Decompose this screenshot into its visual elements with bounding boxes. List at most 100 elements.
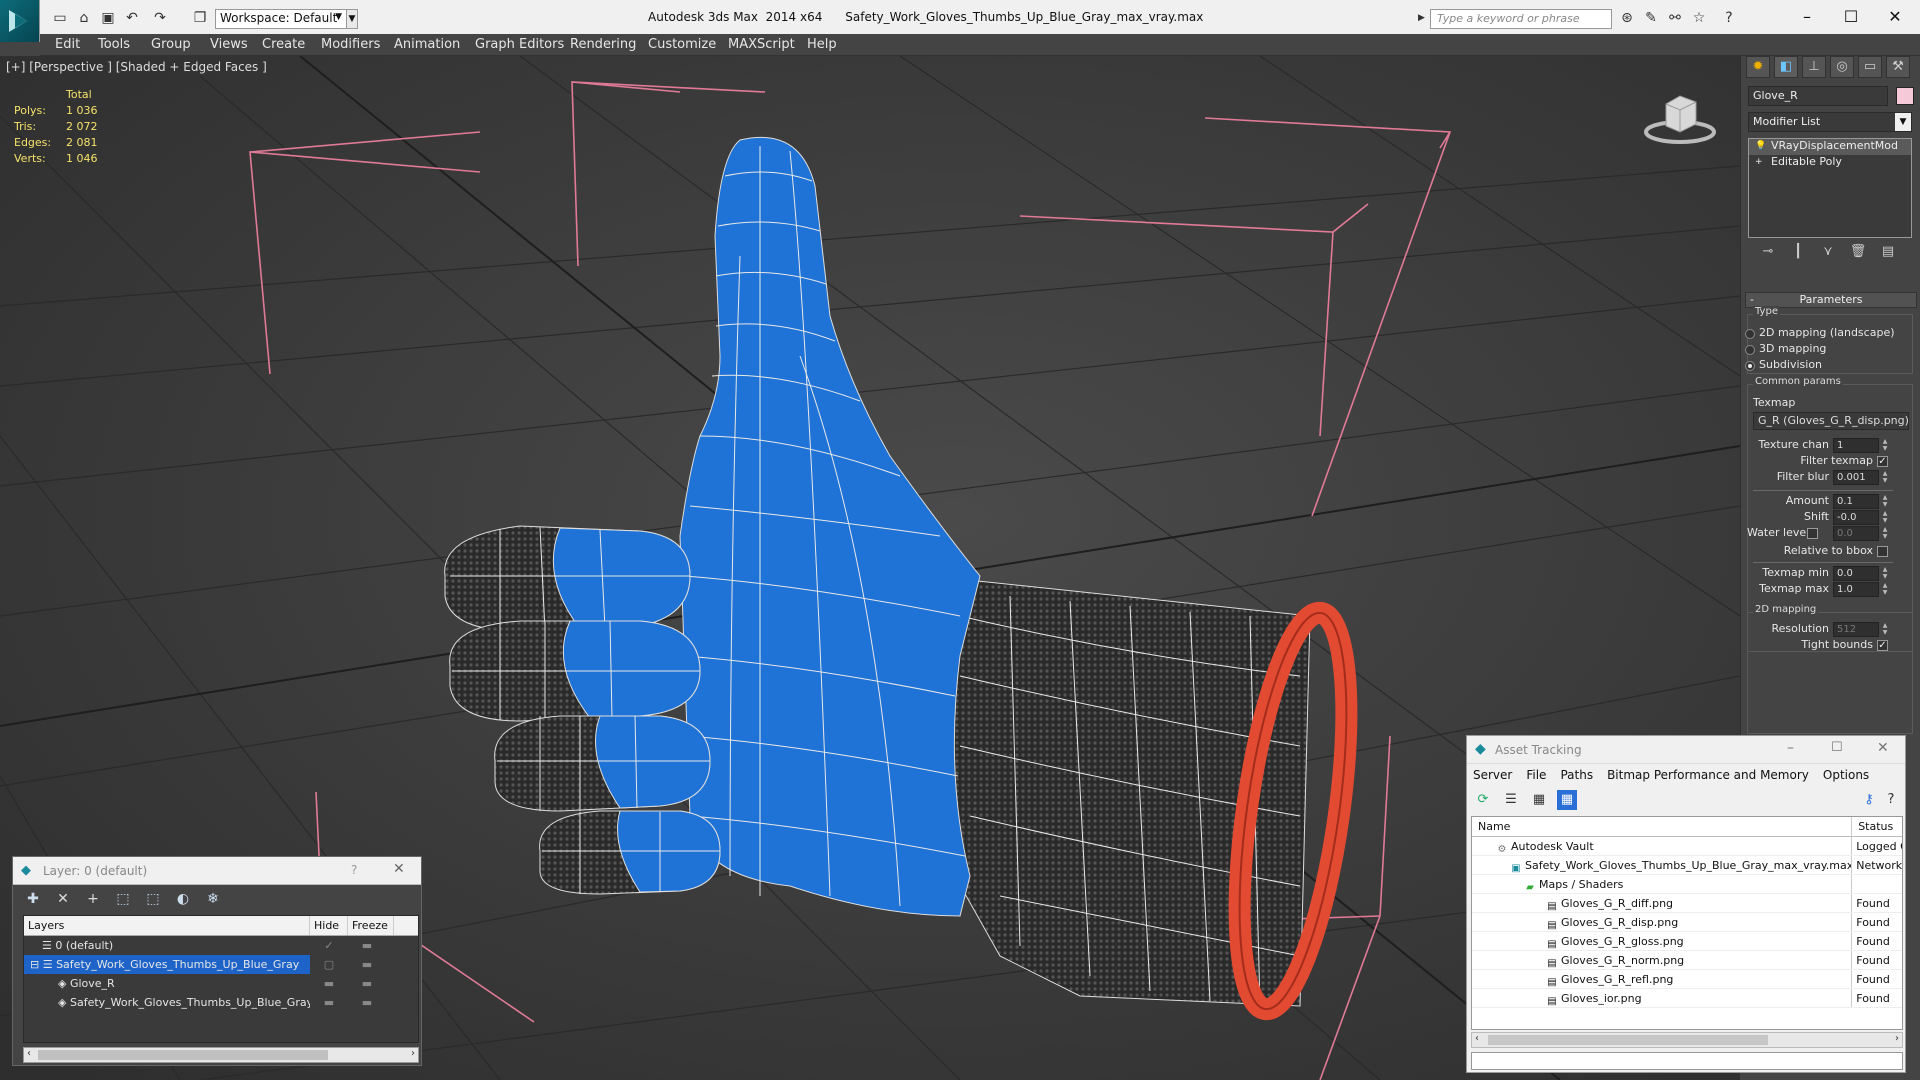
radio-button[interactable] — [1745, 361, 1755, 371]
menu-help[interactable]: Help — [807, 37, 837, 52]
menu-modifiers[interactable]: Modifiers — [321, 37, 380, 52]
show-end-result-icon[interactable]: ┃ — [1788, 244, 1808, 262]
menu-rendering[interactable]: Rendering — [570, 37, 636, 52]
lightbulb-icon[interactable]: 💡 — [1755, 141, 1766, 151]
expand-plus-icon[interactable]: + — [1755, 157, 1765, 167]
subscription-icon[interactable]: ✎ — [1642, 10, 1660, 28]
maximize-button[interactable]: ☐ — [1828, 4, 1874, 30]
texmap-min-spinner[interactable]: 0.0 — [1833, 566, 1879, 581]
menu-views[interactable]: Views — [210, 37, 248, 52]
close-button[interactable]: ✕ — [1872, 4, 1918, 30]
column-header-hide[interactable]: Hide — [310, 916, 348, 935]
scrollbar-thumb[interactable] — [1488, 1035, 1768, 1045]
asset-row[interactable]: ▤ Gloves_G_R_gloss.png Found — [1472, 932, 1902, 951]
search-input[interactable]: Type a keyword or phrase — [1430, 9, 1612, 29]
open-file-icon[interactable]: ⌂ — [74, 8, 94, 28]
minimize-button[interactable]: – — [1784, 4, 1830, 30]
radio-2d-mapping[interactable]: 2D mapping (landscape) — [1745, 326, 1895, 342]
filter-texmap-checkbox[interactable]: ✓ — [1877, 456, 1888, 467]
radio-button[interactable] — [1745, 345, 1755, 355]
undo-icon[interactable]: ↶ — [122, 8, 142, 28]
configure-modifier-sets-icon[interactable]: ▤ — [1878, 244, 1898, 262]
make-unique-icon[interactable]: ⋎ — [1818, 244, 1838, 262]
stack-item-editable-poly[interactable]: + Editable Poly — [1749, 155, 1911, 171]
list-view-icon[interactable]: ☰ — [1501, 790, 1521, 810]
spinner-arrows-icon[interactable]: ▲ ▼ — [1881, 622, 1889, 637]
menu-group[interactable]: Group — [151, 37, 191, 52]
scroll-left-icon[interactable]: ‹ — [27, 1048, 31, 1059]
menu-create[interactable]: Create — [262, 37, 305, 52]
vault-connect-icon[interactable]: ⚷ — [1859, 790, 1879, 810]
object-name-field[interactable]: Glove_R — [1748, 86, 1888, 106]
menu-maxscript[interactable]: MAXScript — [728, 37, 795, 52]
water-level-checkbox[interactable] — [1807, 528, 1818, 539]
asset-row[interactable]: ▰ Maps / Shaders — [1472, 875, 1902, 894]
spinner-arrows-icon[interactable]: ▲ ▼ — [1881, 510, 1889, 525]
search-expand-icon[interactable]: ▶ — [1418, 13, 1425, 23]
layer-current-icon[interactable]: ▢ — [310, 955, 348, 974]
display-tab-icon[interactable]: ▭ — [1858, 56, 1882, 78]
save-file-icon[interactable]: ▣ — [98, 8, 118, 28]
remove-modifier-icon[interactable]: 🗑 — [1848, 244, 1868, 262]
layer-row[interactable]: ⊟ ☰ Safety_Work_Gloves_Thumbs_Up_Blue_Gr… — [24, 955, 418, 974]
layer-active-check-icon[interactable]: ✓ — [310, 936, 348, 955]
layer-add-selected-icon[interactable]: + — [81, 889, 105, 909]
workspace-dropdown[interactable]: Workspace: Default ▼ — [215, 9, 347, 29]
scroll-right-icon[interactable]: › — [1895, 1033, 1899, 1044]
new-file-icon[interactable]: ▭ — [50, 8, 70, 28]
menu-animation[interactable]: Animation — [394, 37, 460, 52]
hierarchy-tab-icon[interactable]: ⊥ — [1802, 56, 1826, 78]
radio-button[interactable] — [1745, 329, 1755, 339]
menu-options[interactable]: Options — [1823, 768, 1869, 786]
quick-access-menu-button[interactable]: ▼ — [346, 9, 358, 29]
object-color-swatch[interactable] — [1896, 87, 1914, 105]
radio-3d-mapping[interactable]: 3D mapping — [1745, 342, 1826, 358]
maximize-icon[interactable]: ☐ — [1831, 740, 1843, 755]
texmap-max-spinner[interactable]: 1.0 — [1833, 582, 1879, 597]
refresh-icon[interactable]: ⟳ — [1473, 790, 1493, 810]
spinner-arrows-icon[interactable]: ▲ ▼ — [1881, 566, 1889, 581]
layer-row[interactable]: ◈ Safety_Work_Gloves_Thumbs_Up_Blue_Gray… — [24, 993, 418, 1012]
help-icon[interactable]: ? — [1720, 10, 1738, 28]
layer-highlight-icon[interactable]: ⬚ — [141, 889, 165, 909]
asset-path-field[interactable] — [1471, 1052, 1903, 1070]
project-folder-icon[interactable]: ❐ — [190, 8, 210, 28]
menu-paths[interactable]: Paths — [1560, 768, 1593, 786]
layer-freeze-all-icon[interactable]: ❄ — [201, 889, 225, 909]
menu-server[interactable]: Server — [1473, 768, 1512, 786]
layer-freeze-toggle[interactable]: ▬ — [348, 974, 386, 993]
table-view-icon[interactable]: ▦ — [1557, 790, 1577, 810]
menu-tools[interactable]: Tools — [98, 37, 130, 52]
viewport-label[interactable]: [+] [Perspective ] [Shaded + Edged Faces… — [6, 60, 267, 74]
texmap-button[interactable]: G_R (Gloves_G_R_disp.png) — [1753, 412, 1909, 430]
pin-stack-icon[interactable]: ⊸ — [1758, 244, 1778, 262]
spinner-arrows-icon[interactable]: ▲ ▼ — [1881, 494, 1889, 509]
layer-row[interactable]: ☰ 0 (default) ✓ ▬ — [24, 936, 418, 955]
thumbnail-view-icon[interactable]: ▦ — [1529, 790, 1549, 810]
scroll-right-icon[interactable]: › — [411, 1048, 415, 1059]
relative-bbox-checkbox[interactable] — [1877, 546, 1888, 557]
create-tab-icon[interactable]: ✹ — [1746, 56, 1770, 78]
asset-row[interactable]: ▣ Safety_Work_Gloves_Thumbs_Up_Blue_Gray_… — [1472, 856, 1902, 875]
water-level-spinner[interactable]: 0.0 — [1833, 526, 1879, 541]
utilities-tab-icon[interactable]: ⚒ — [1886, 56, 1910, 78]
motion-tab-icon[interactable]: ◎ — [1830, 56, 1854, 78]
collapse-icon[interactable]: ⊟ — [30, 958, 43, 971]
menu-edit[interactable]: Edit — [55, 37, 80, 52]
favorites-star-icon[interactable]: ☆ — [1690, 10, 1708, 28]
layer-freeze-toggle[interactable]: ▬ — [348, 993, 386, 1012]
help-icon[interactable]: ? — [351, 863, 357, 877]
layer-select-objects-icon[interactable]: ⬚ — [111, 889, 135, 909]
shift-spinner[interactable]: -0.0 — [1833, 510, 1879, 525]
horizontal-scrollbar[interactable]: ‹ › — [1471, 1032, 1903, 1048]
viewcube[interactable] — [1640, 86, 1720, 146]
resolution-spinner[interactable]: 512 — [1833, 622, 1879, 637]
asset-row[interactable]: ▤ Gloves_G_R_refl.png Found — [1472, 970, 1902, 989]
spinner-arrows-icon[interactable]: ▲ ▼ — [1881, 470, 1889, 485]
minimize-icon[interactable]: – — [1787, 740, 1794, 756]
scrollbar-thumb[interactable] — [38, 1050, 328, 1060]
tight-bounds-checkbox[interactable]: ✓ — [1877, 640, 1888, 651]
layer-dialog-titlebar[interactable]: ◆ Layer: 0 (default) ? ✕ — [13, 857, 421, 885]
help-icon[interactable]: ? — [1881, 790, 1901, 810]
menu-graph-editors[interactable]: Graph Editors — [475, 37, 564, 52]
